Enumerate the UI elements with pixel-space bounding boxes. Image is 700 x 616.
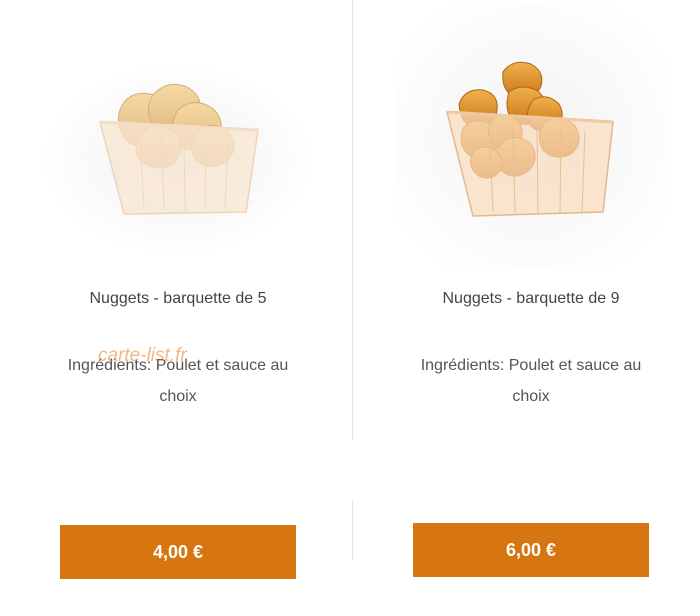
ingredients-line: Ingrédients: Poulet et sauce au <box>420 357 642 374</box>
product-title[interactable]: Nuggets - barquette de 9 <box>381 290 681 308</box>
product-description: Ingrédients: Poulet et sauce au choix <box>381 350 681 412</box>
nuggets-tray-image <box>396 5 666 270</box>
product-description: Ingrédients: Poulet et sauce au choix <box>28 350 328 412</box>
product-card: Nuggets - barquette de 5 Ingrédients: Po… <box>28 0 328 616</box>
ingredients-line: choix <box>159 388 197 405</box>
nuggets-tray-image <box>43 65 313 255</box>
price-button[interactable]: 6,00 € <box>413 523 649 577</box>
ingredients-line: Ingrédients: Poulet et sauce au <box>67 357 289 374</box>
price-button[interactable]: 4,00 € <box>60 525 296 579</box>
product-card: Nuggets - barquette de 9 Ingrédients: Po… <box>381 0 681 616</box>
product-image-nuggets-9[interactable] <box>381 0 681 280</box>
column-divider <box>352 0 353 440</box>
product-image-nuggets-5[interactable] <box>28 0 328 280</box>
ingredients-line: choix <box>512 388 550 405</box>
product-title[interactable]: Nuggets - barquette de 5 <box>28 290 328 308</box>
column-divider <box>352 500 353 560</box>
